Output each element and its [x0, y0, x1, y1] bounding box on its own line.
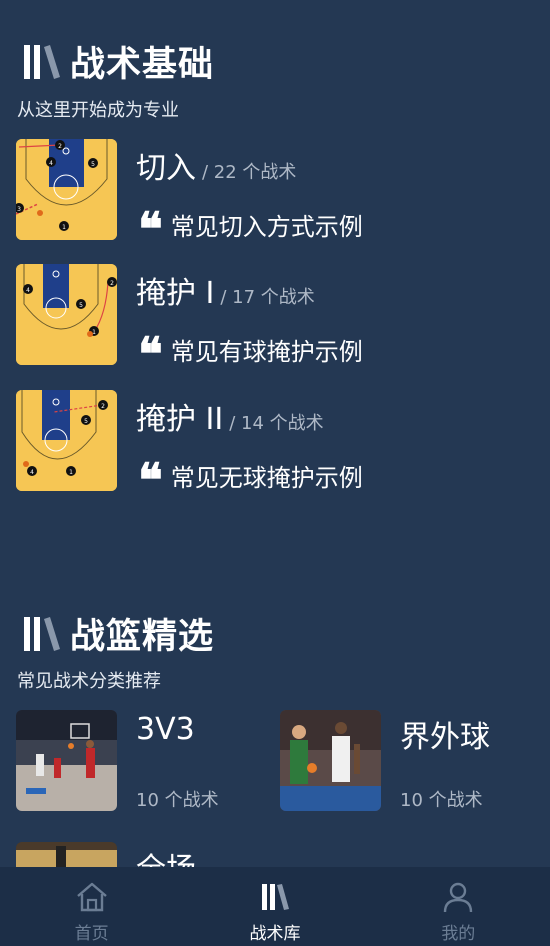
quote-icon: ❝ [138, 453, 163, 507]
tab-library[interactable]: 战术库 [183, 867, 366, 946]
category-name: 界外球 [400, 720, 490, 755]
tab-label: 我的 [441, 924, 476, 944]
bottom-tab-bar: 首页 战术库 我的 [0, 867, 550, 946]
section-title: 战篮精选 [70, 617, 215, 657]
svg-text:3: 3 [17, 206, 21, 213]
library-logo-icon [24, 616, 60, 651]
section-basics-header: 战术基础 [22, 36, 214, 87]
tactic-name: 切入/ 22 个战术 [136, 151, 297, 186]
svg-text:2: 2 [110, 280, 114, 287]
category-photo [280, 710, 381, 811]
svg-text:4: 4 [30, 469, 34, 476]
section-subtitle: 常见战术分类推荐 [17, 671, 161, 692]
category-count: 10 个战术 [136, 790, 219, 811]
svg-text:5: 5 [91, 161, 95, 168]
svg-text:1: 1 [62, 224, 66, 231]
profile-icon [444, 882, 473, 913]
section-title: 战术基础 [70, 45, 215, 85]
quote-icon: ❝ [138, 202, 163, 256]
svg-text:2: 2 [58, 143, 62, 150]
tactic-item-cut[interactable]: 2 4 5 3 1 切入/ 22 个战术 ❝ 常见切入方式示例 [16, 139, 536, 256]
svg-text:4: 4 [26, 287, 30, 294]
tactic-count: / 22 个战术 [202, 162, 297, 183]
category-count: 10 个战术 [400, 790, 483, 811]
tab-label: 战术库 [249, 924, 301, 944]
tactic-diagram-thumbnail: 2 4 5 3 1 [16, 139, 117, 240]
tab-label: 首页 [74, 924, 109, 944]
tactic-name: 掩护 II/ 14 个战术 [136, 402, 324, 437]
tab-home[interactable]: 首页 [0, 867, 183, 946]
svg-text:5: 5 [84, 418, 88, 425]
tactic-name: 掩护 I/ 17 个战术 [136, 276, 315, 311]
svg-text:4: 4 [49, 160, 53, 167]
tactic-diagram-thumbnail: 2 5 4 1 [16, 390, 117, 491]
category-card-inbound[interactable]: 界外球 10 个战术 [280, 710, 520, 811]
library-logo-icon [24, 44, 60, 79]
tactic-diagram-thumbnail: 4 2 5 1 [16, 264, 117, 365]
quote-icon: ❝ [138, 327, 163, 381]
home-icon [76, 882, 107, 912]
library-icon [261, 884, 289, 910]
tactic-item-screen-2[interactable]: 2 5 4 1 掩护 II/ 14 个战术 ❝ 常见无球掩护示例 [16, 390, 536, 507]
tactic-count: / 14 个战术 [229, 413, 324, 434]
tactic-count: / 17 个战术 [220, 287, 315, 308]
tactic-description: 常见切入方式示例 [170, 212, 363, 241]
category-card-3v3[interactable]: 3V3 10 个战术 [16, 710, 256, 811]
svg-text:2: 2 [101, 403, 105, 410]
tactic-item-screen-1[interactable]: 4 2 5 1 掩护 I/ 17 个战术 ❝ 常见有球掩护示例 [16, 264, 536, 381]
section-subtitle: 从这里开始成为专业 [17, 100, 179, 121]
category-photo [16, 710, 117, 811]
tab-profile[interactable]: 我的 [367, 867, 550, 946]
tactic-description: 常见无球掩护示例 [170, 463, 363, 492]
category-name: 3V3 [136, 712, 195, 747]
svg-text:5: 5 [79, 302, 83, 309]
section-featured-header: 战篮精选 [22, 608, 214, 659]
tactic-description: 常见有球掩护示例 [170, 337, 363, 366]
svg-text:1: 1 [69, 469, 73, 476]
